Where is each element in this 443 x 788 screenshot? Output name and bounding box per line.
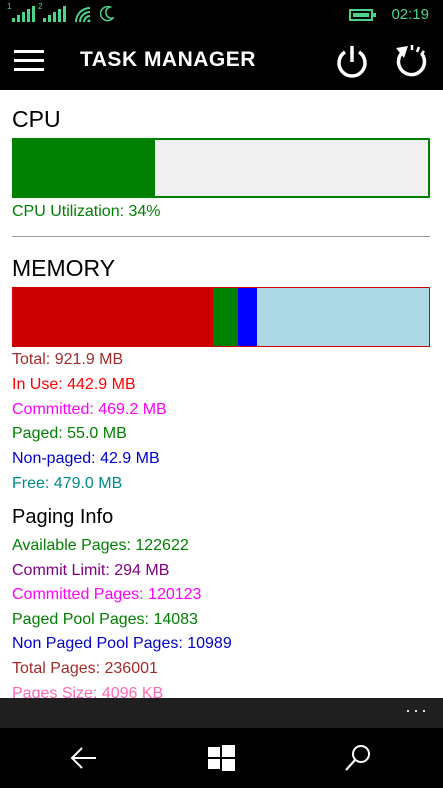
more-options-icon[interactable]: ···	[405, 700, 429, 721]
signal-strength-sim2-icon: 2	[38, 2, 66, 22]
memory-stat-line: Free: 479.0 MB	[12, 475, 123, 492]
quiet-hours-moon-icon	[100, 6, 114, 22]
status-time: 02:19	[391, 6, 429, 23]
paging-stat-line: Commit Limit: 294 MB	[12, 561, 170, 579]
sim2-label: 2	[38, 2, 43, 11]
memory-stat-line: In Use: 442.9 MB	[12, 375, 136, 393]
search-icon[interactable]	[342, 742, 374, 774]
paging-stat-line: Available Pages: 122622	[12, 537, 189, 554]
power-icon[interactable]	[332, 42, 372, 82]
memory-segment-free	[257, 288, 429, 346]
memory-stat-line: Committed: 469.2 MB	[12, 400, 167, 418]
app-title: TASK MANAGER	[80, 48, 256, 71]
windows-start-icon[interactable]	[205, 742, 237, 774]
memory-usage-bar	[12, 287, 430, 347]
back-arrow-icon[interactable]	[68, 742, 100, 774]
cpu-utilization-label: CPU Utilization: 34%	[12, 203, 161, 220]
app-bar: TASK MANAGER	[0, 32, 443, 90]
paging-stat-line: Non Paged Pool Pages: 10989	[12, 635, 232, 653]
signal-strength-sim1-icon: 1	[7, 2, 35, 22]
cpu-usage-bar	[12, 138, 430, 198]
hamburger-menu-icon[interactable]	[14, 50, 44, 72]
paging-stat-line: Total Pages: 236001	[12, 660, 158, 677]
battery-icon	[349, 8, 377, 21]
memory-segment-in-use	[13, 288, 213, 346]
status-bar: 1 2 02:19	[0, 0, 443, 32]
cpu-usage-fill	[14, 140, 155, 196]
memory-section-title: MEMORY	[12, 255, 116, 281]
paging-stat-line: Committed Pages: 120123	[12, 586, 202, 604]
sim1-label: 1	[7, 2, 12, 11]
paging-info-title: Paging Info	[12, 506, 114, 528]
app-bar-footer: ···	[0, 698, 443, 728]
navigation-bar	[0, 728, 443, 788]
memory-stat-line: Non-paged: 42.9 MB	[12, 450, 160, 468]
memory-segment-paged	[212, 288, 238, 346]
memory-segment-non-paged	[237, 288, 258, 346]
paging-stat-line: Pages Size: 4096 KB	[12, 684, 164, 698]
memory-stat-line: Paged: 55.0 MB	[12, 425, 127, 443]
section-divider	[12, 236, 430, 237]
content-area[interactable]: CPU CPU Utilization: 34% MEMORY Total: 9…	[0, 90, 443, 698]
paging-stat-line: Paged Pool Pages: 14083	[12, 610, 198, 628]
cpu-section-title: CPU	[12, 106, 61, 132]
memory-stat-line: Total: 921.9 MB	[12, 351, 124, 368]
restart-icon[interactable]	[392, 42, 432, 82]
wifi-icon	[75, 7, 91, 22]
